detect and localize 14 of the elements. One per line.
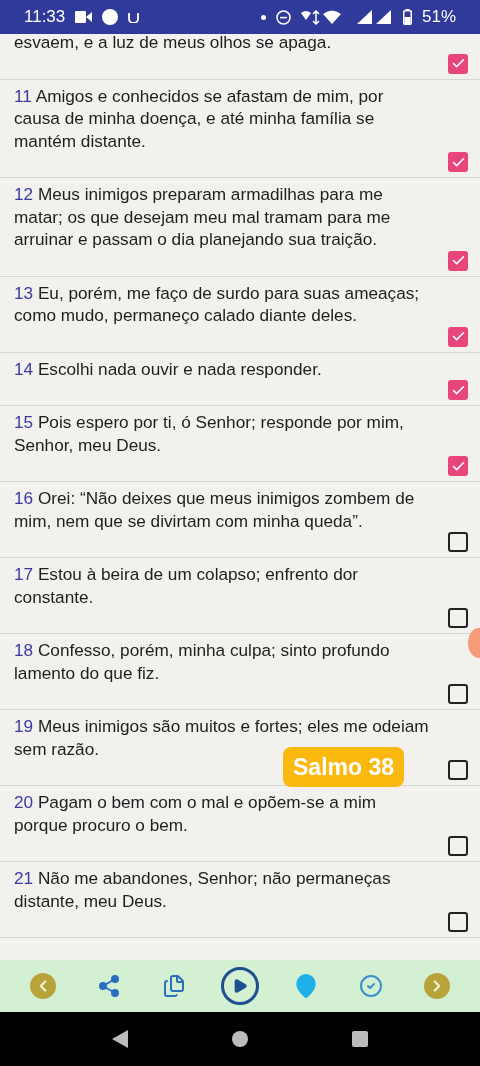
verse-text: 11 Amigos e conhecidos se afastam de mim, por causa de minha doença, e até minha família se mantém distante. (14, 84, 385, 152)
verse-text: 13 Eu, porém, me faço de surdo para suas ameaças; como mudo, permaneço calado diante deles. (14, 281, 421, 327)
verse-text: 17 Estou à beira de um colapso; enfrento dor constante. (14, 563, 359, 608)
verse-text: 18 Confesso, porém, minha culpa; sinto profundo lamento do que fiz. (14, 639, 391, 684)
chapter-badge: Salmo 38 (283, 747, 404, 787)
verse-text: 16 Orei: “Não deixes que meus inimigos zombem de mim, nem que se divirtam com minha queda”. (14, 487, 416, 532)
verse-text: 14 Escolhi nada ouvir e nada responder. (14, 357, 323, 380)
battery-level: 51% (421, 7, 456, 27)
status-time: 11:33 (24, 7, 66, 27)
verse-text: 12 Meus inimigos preparam armadilhas para me matar; os que desejam meu mal tramam para me arruinar e passam o dia planejando sua traição. (14, 183, 392, 251)
verse-text: 15 Pois espero por ti, ó Senhor; responde por mim, Senhor, meu Deus. (14, 411, 405, 456)
verse-text: esvaem, e a luz de meus olhos se apaga. (14, 31, 333, 54)
verse-text: 20 Pagam o bem com o mal e opõem-se a mim porque procuro o bem. (14, 791, 378, 836)
verse-text: 21 Não me abandones, Senhor; não permaneças distante, meu Deus. (14, 867, 392, 912)
